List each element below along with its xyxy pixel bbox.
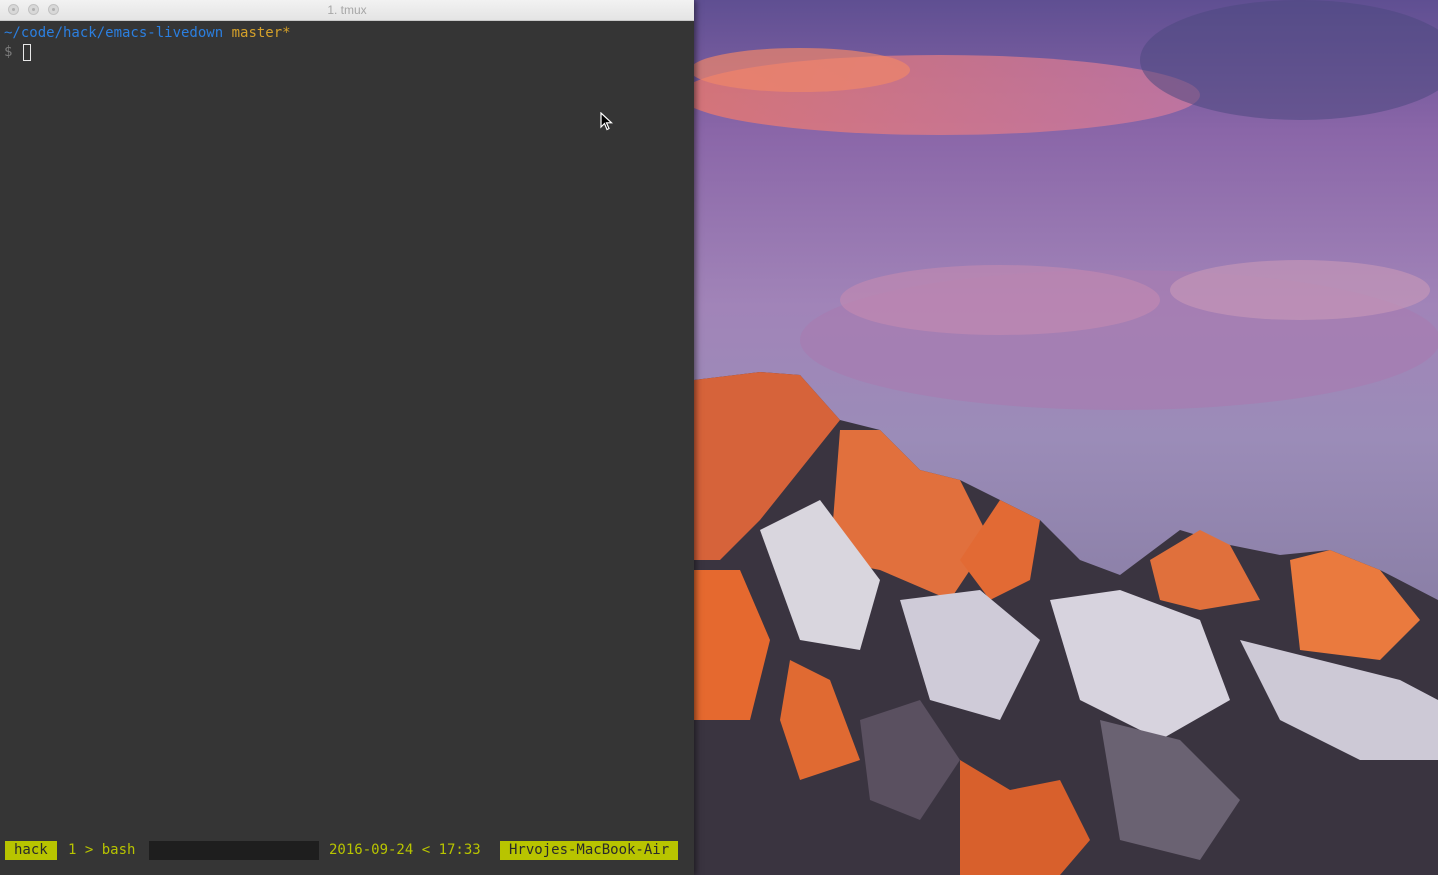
terminal-content[interactable]: ~/code/hack/emacs-livedown master* $ — [0, 22, 694, 840]
tmux-window-indicator[interactable]: 1 > bash — [68, 841, 135, 860]
prompt-symbol: $ — [4, 44, 13, 60]
status-hostname: Hrvojes-MacBook-Air — [500, 841, 679, 860]
window-title: 1. tmux — [327, 3, 367, 17]
prompt-input-line[interactable]: $ — [4, 43, 12, 62]
terminal-window[interactable]: 1. tmux ~/code/hack/emacs-livedown maste… — [0, 0, 694, 875]
prompt-path-line: ~/code/hack/emacs-livedown master* — [4, 24, 291, 43]
tmux-session-name[interactable]: hack — [5, 841, 57, 860]
tmux-status-bar: hack 1 > bash 2016-09-24 < 17:33 Hrvojes… — [0, 840, 694, 861]
mouse-pointer-icon — [600, 112, 614, 131]
current-directory: ~/code/hack/emacs-livedown — [4, 25, 224, 41]
status-bar-filler — [149, 841, 319, 860]
window-titlebar[interactable]: 1. tmux — [0, 0, 694, 21]
git-branch: master* — [231, 25, 291, 41]
text-cursor — [23, 44, 31, 61]
status-datetime: 2016-09-24 < 17:33 — [329, 842, 481, 858]
